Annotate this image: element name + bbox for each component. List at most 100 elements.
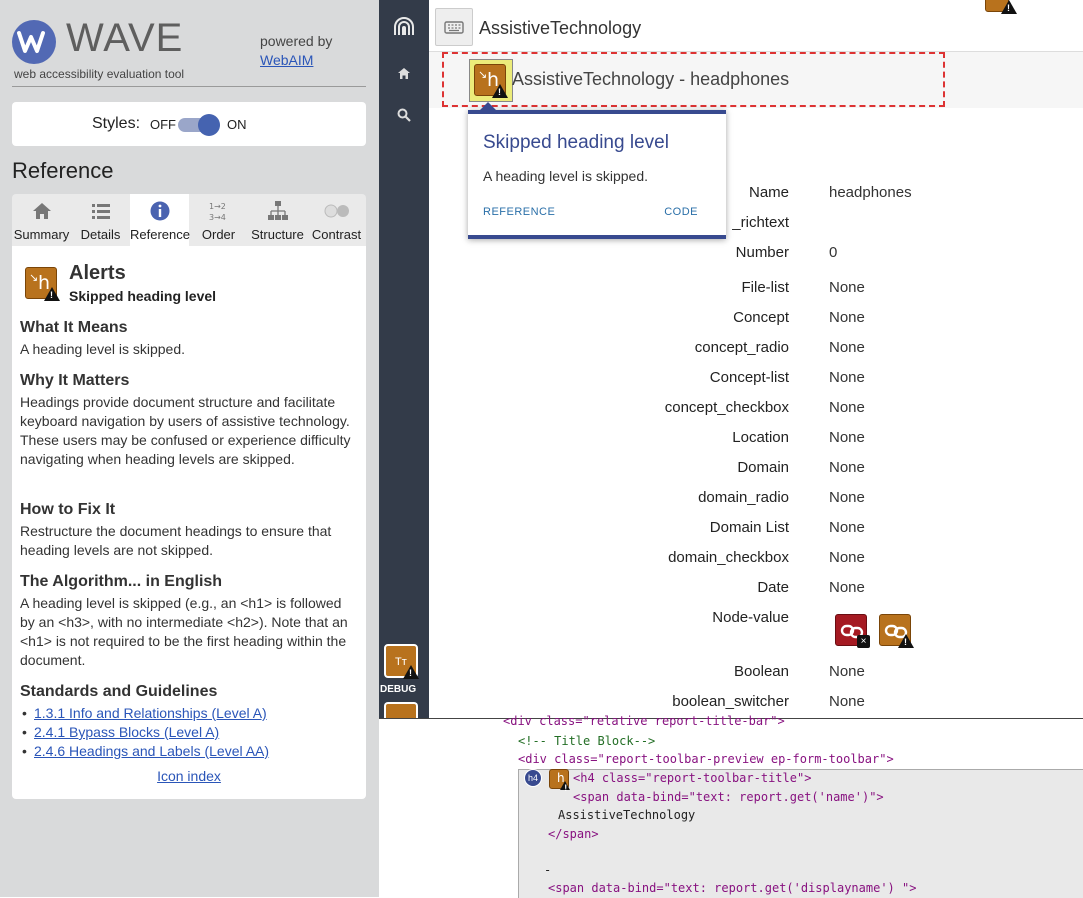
webaim-link[interactable]: WebAIM [260, 52, 313, 68]
styles-label: Styles: [92, 115, 141, 132]
standard-link[interactable]: 1.3.1 Info and Relationships (Level A) [34, 705, 267, 721]
list-item: 2.4.1 Bypass Blocks (Level A) [20, 723, 269, 742]
tab-summary[interactable]: Summary [12, 194, 71, 246]
error-x-icon: × [857, 635, 870, 648]
field-label: _richtext [732, 214, 789, 231]
keyboard-icon [435, 8, 473, 46]
warning-icon [44, 287, 60, 301]
field-value: None [829, 663, 865, 680]
svg-text:3→4: 3→4 [209, 213, 226, 222]
wave-logo[interactable]: WAVE web accessibility evaluation tool [12, 16, 185, 86]
tab-label: Order [201, 227, 236, 242]
wave-logo-text: WAVE [66, 16, 184, 60]
field-row: Boolean None [429, 663, 1083, 693]
warning-icon [492, 84, 508, 98]
why-it-matters-text: Headings provide document structure and … [20, 394, 351, 467]
app-sidebar [379, 0, 429, 718]
standard-link[interactable]: 2.4.1 Bypass Blocks (Level A) [34, 724, 219, 740]
powered-by: powered by WebAIM [260, 32, 332, 70]
wave-logo-icon [12, 20, 56, 64]
field-row: domain_radio None [429, 489, 1083, 519]
code-comment: <!-- Title Block--> [518, 734, 656, 748]
svg-text:1→2: 1→2 [209, 202, 226, 211]
main-content: AssistiveTechnology ↘h AssistiveTechnolo… [429, 0, 1083, 718]
field-row: Node-value [429, 609, 1083, 639]
wave-tagline: web accessibility evaluation tool [14, 67, 185, 81]
field-value: None [829, 279, 865, 296]
tab-label: Structure [251, 227, 304, 242]
how-to-fix-heading: How to Fix It [20, 501, 116, 518]
home-icon [12, 200, 71, 222]
search-icon[interactable] [379, 108, 429, 122]
field-row: Date None [429, 579, 1083, 609]
field-row: File-list None [429, 279, 1083, 309]
field-label: File-list [741, 279, 790, 296]
page-header: AssistiveTechnology [429, 0, 1083, 52]
field-value: None [829, 459, 865, 476]
report-subtitle: AssistiveTechnology - headphones [512, 69, 790, 89]
field-label: Node-value [712, 609, 789, 626]
field-row: Number 0 [429, 244, 1083, 274]
powered-by-text: powered by [260, 33, 333, 49]
algorithm-heading: The Algorithm... in English [20, 573, 223, 590]
code-line: <h4 class="report-toolbar-title"> [573, 771, 812, 785]
styles-on-label: ON [227, 117, 247, 132]
algorithm-text: A heading level is skipped (e.g., an <h1… [20, 595, 348, 668]
list-item: 2.4.6 Headings and Labels (Level AA) [20, 742, 269, 761]
what-it-means-text: A heading level is skipped. [20, 341, 185, 357]
icon-index: Icon index [12, 768, 366, 784]
home-icon[interactable] [379, 67, 429, 80]
alert-name: Skipped heading level [69, 288, 217, 304]
tab-label: Contrast [311, 227, 362, 242]
field-value: None [829, 369, 865, 386]
field-label: Number [735, 244, 789, 261]
field-value: None [829, 579, 865, 596]
standard-link[interactable]: 2.4.6 Headings and Labels (Level AA) [34, 743, 269, 759]
how-to-fix-text: Restructure the document headings to ens… [20, 523, 332, 558]
contrast-icon [307, 200, 366, 222]
h4-icon: h4 [524, 769, 542, 787]
tab-details[interactable]: Details [71, 194, 130, 246]
field-label: Location [732, 429, 789, 446]
wave-tabs: Summary Details Reference 1→2 3→4 Order S… [12, 194, 366, 246]
tooltip-code-link[interactable]: CODE [664, 206, 698, 218]
field-label: Boolean [733, 663, 789, 680]
field-value: None [829, 429, 865, 446]
code-line: </span> [548, 827, 599, 841]
code-line: <span data-bind="text: report.get('displ… [548, 881, 917, 895]
wave-panel: WAVE web accessibility evaluation tool p… [0, 0, 379, 897]
code-panel: <div class="relative report-title-bar"> … [379, 714, 1083, 898]
tab-order[interactable]: 1→2 3→4 Order [189, 194, 248, 246]
field-value: None [829, 693, 865, 710]
code-text: - [544, 863, 552, 877]
tab-contrast[interactable]: Contrast [307, 194, 366, 246]
tooltip-description: A heading level is skipped. [483, 168, 648, 184]
tab-label: Summary [13, 227, 70, 242]
app-logo-icon[interactable] [379, 15, 429, 37]
order-icon: 1→2 3→4 [189, 200, 248, 222]
code-text: AssistiveTechnology [558, 808, 696, 822]
tooltip-reference-link[interactable]: REFERENCE [483, 206, 555, 218]
reference-heading: Reference [12, 158, 114, 183]
divider [12, 86, 366, 87]
field-label: Domain List [709, 519, 789, 536]
field-value: None [829, 339, 865, 356]
tab-reference[interactable]: Reference [130, 194, 190, 246]
styles-toggle[interactable] [178, 114, 220, 136]
tooltip-title: Skipped heading level [483, 132, 669, 153]
standards-heading: Standards and Guidelines [20, 683, 218, 700]
tab-structure[interactable]: Structure [248, 194, 307, 246]
warning-icon [560, 781, 570, 794]
structure-icon [248, 200, 307, 222]
alert-category: Alerts [69, 262, 126, 284]
styles-toggle-box: Styles: OFF ON [12, 102, 366, 146]
list-item: 1.3.1 Info and Relationships (Level A) [20, 704, 269, 723]
field-row: concept_checkbox None [429, 399, 1083, 429]
icon-index-link[interactable]: Icon index [157, 768, 221, 784]
field-label: Date [757, 579, 789, 596]
code-line: <div class="report-toolbar-preview ep-fo… [518, 752, 894, 766]
field-label: concept_radio [694, 339, 789, 356]
code-line: <span data-bind="text: report.get('name'… [573, 790, 884, 804]
code-highlight [518, 769, 1083, 898]
field-value: None [829, 399, 865, 416]
